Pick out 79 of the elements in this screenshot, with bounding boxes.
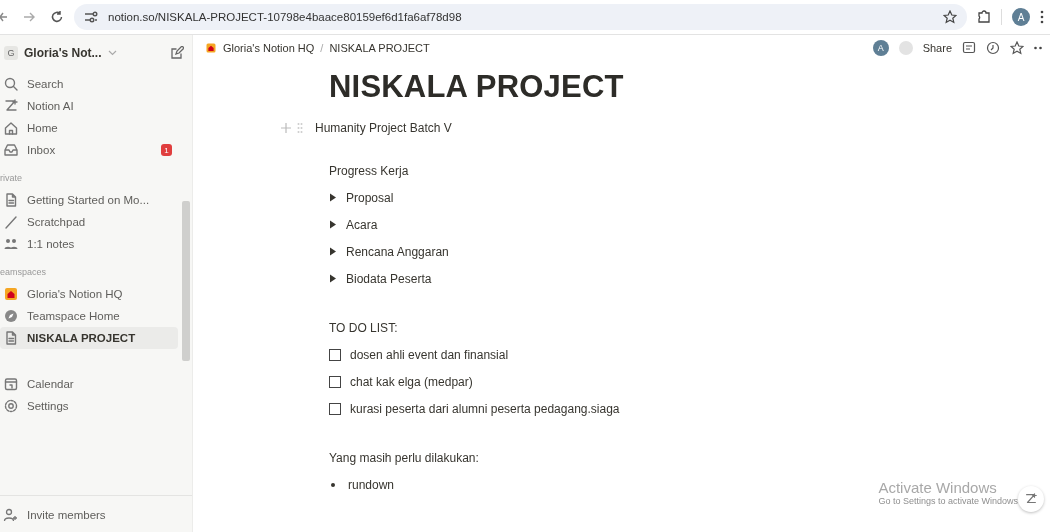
sidebar-item[interactable]: Getting Started on Mo... — [0, 189, 178, 211]
invite-members-button[interactable]: Invite members — [0, 504, 178, 526]
breadcrumb-link[interactable]: Gloria's Notion HQ — [223, 42, 315, 54]
checkbox[interactable] — [329, 375, 341, 388]
activation-title: Activate Windows — [878, 479, 998, 496]
sidebar-item[interactable]: Home — [0, 117, 178, 139]
inbox-icon — [3, 142, 19, 158]
checkbox[interactable] — [329, 348, 341, 361]
item-text: chat kak elga (medpar) — [350, 374, 473, 389]
share-button[interactable]: Share — [922, 42, 952, 54]
section-heading: eamspaces — [0, 266, 48, 279]
profile-avatar[interactable]: A — [1012, 8, 1030, 26]
item-text: dosen ahli event dan finansial — [350, 347, 509, 362]
toggle-arrow-icon[interactable] — [329, 193, 337, 202]
extensions-icon[interactable] — [977, 10, 991, 24]
new-page-icon[interactable] — [170, 46, 184, 60]
sparkle-icon — [3, 98, 19, 114]
site-settings-icon[interactable] — [84, 11, 98, 23]
section-heading: rivate — [0, 172, 23, 185]
paragraph-text: Progress Kerja — [329, 163, 409, 178]
clock-icon[interactable] — [986, 41, 1000, 55]
star-icon[interactable] — [1010, 41, 1024, 55]
sparkle-icon — [1024, 492, 1038, 506]
more-icon[interactable] — [1034, 46, 1042, 50]
back-icon[interactable] — [0, 10, 8, 24]
sidebar-item[interactable]: Scratchpad — [0, 211, 178, 233]
search-icon — [3, 76, 19, 92]
address-bar[interactable]: notion.so/NISKALA-PROJECT-10798e4baace80159ef6d1fa6af78d98 — [74, 4, 967, 30]
item-text: kurasi peserta dari alumni peserta pedagang.siaga — [350, 401, 620, 416]
people-icon — [3, 236, 19, 252]
url-text: notion.so/NISKALA-PROJECT-10798e4baace80159ef6d1fa6af78d98 — [108, 11, 463, 23]
breadcrumb-separator: / — [320, 42, 324, 54]
item-text: Biodata Peserta — [346, 271, 432, 286]
bullet-icon — [331, 482, 335, 487]
breadcrumb-link[interactable]: NISKALA PROJECT — [329, 42, 430, 54]
page-icon — [3, 330, 19, 346]
sidebar-item[interactable]: Notion AI — [0, 95, 178, 117]
unread-badge: 1 — [161, 144, 172, 156]
page-icon — [3, 192, 19, 208]
drag-handle-icon[interactable] — [297, 122, 303, 134]
paragraph-text: Yang masih perlu dilakukan: — [329, 450, 479, 465]
person-add-icon — [3, 507, 19, 523]
comment-icon[interactable] — [962, 41, 976, 55]
sidebar-item[interactable]: Gloria's Notion HQ — [0, 283, 178, 305]
activation-text: Go to Settings to activate Windows — [878, 496, 1018, 506]
toggle-arrow-icon[interactable] — [329, 274, 337, 283]
sidebar-item[interactable]: Settings — [0, 395, 178, 417]
item-text: Proposal — [346, 190, 394, 205]
workspace-name[interactable]: Gloria's Not... — [24, 46, 102, 60]
sidebar-item[interactable]: Search — [0, 73, 178, 95]
settings-icon — [3, 398, 19, 414]
item-text: Acara — [346, 217, 378, 232]
home-icon — [3, 120, 19, 136]
sidebar-item[interactable]: Inbox 1 — [0, 139, 178, 161]
checkbox[interactable] — [329, 402, 341, 415]
item-text: Rencana Anggaran — [346, 244, 449, 259]
menu-icon[interactable] — [1040, 10, 1044, 24]
sidebar-item[interactable]: 1:1 notes — [0, 233, 178, 255]
reload-icon[interactable] — [50, 10, 64, 24]
ai-assistant-button[interactable] — [1018, 486, 1044, 512]
pen-icon — [3, 214, 19, 230]
sidebar-item[interactable]: Teamspace Home — [0, 305, 178, 327]
item-text: rundown — [348, 477, 395, 492]
compass-icon — [3, 308, 19, 324]
sidebar-item[interactable]: NISKALA PROJECT — [0, 327, 178, 349]
paragraph-text: Humanity Project Batch V — [315, 121, 452, 135]
house-icon — [205, 42, 217, 54]
paragraph-text: TO DO LIST: — [329, 320, 398, 335]
toggle-arrow-icon[interactable] — [329, 247, 337, 256]
star-icon[interactable] — [943, 10, 957, 24]
workspace-avatar: G — [4, 46, 18, 60]
sidebar-item[interactable]: Calendar — [0, 373, 178, 395]
house-icon — [3, 286, 19, 302]
calendar-icon — [3, 376, 19, 392]
toggle-arrow-icon[interactable] — [329, 220, 337, 229]
scrollbar[interactable] — [182, 201, 190, 361]
page-title: NISKALA PROJECT — [329, 69, 625, 106]
user-avatar[interactable]: A — [872, 40, 889, 56]
avatar-placeholder — [898, 41, 913, 55]
